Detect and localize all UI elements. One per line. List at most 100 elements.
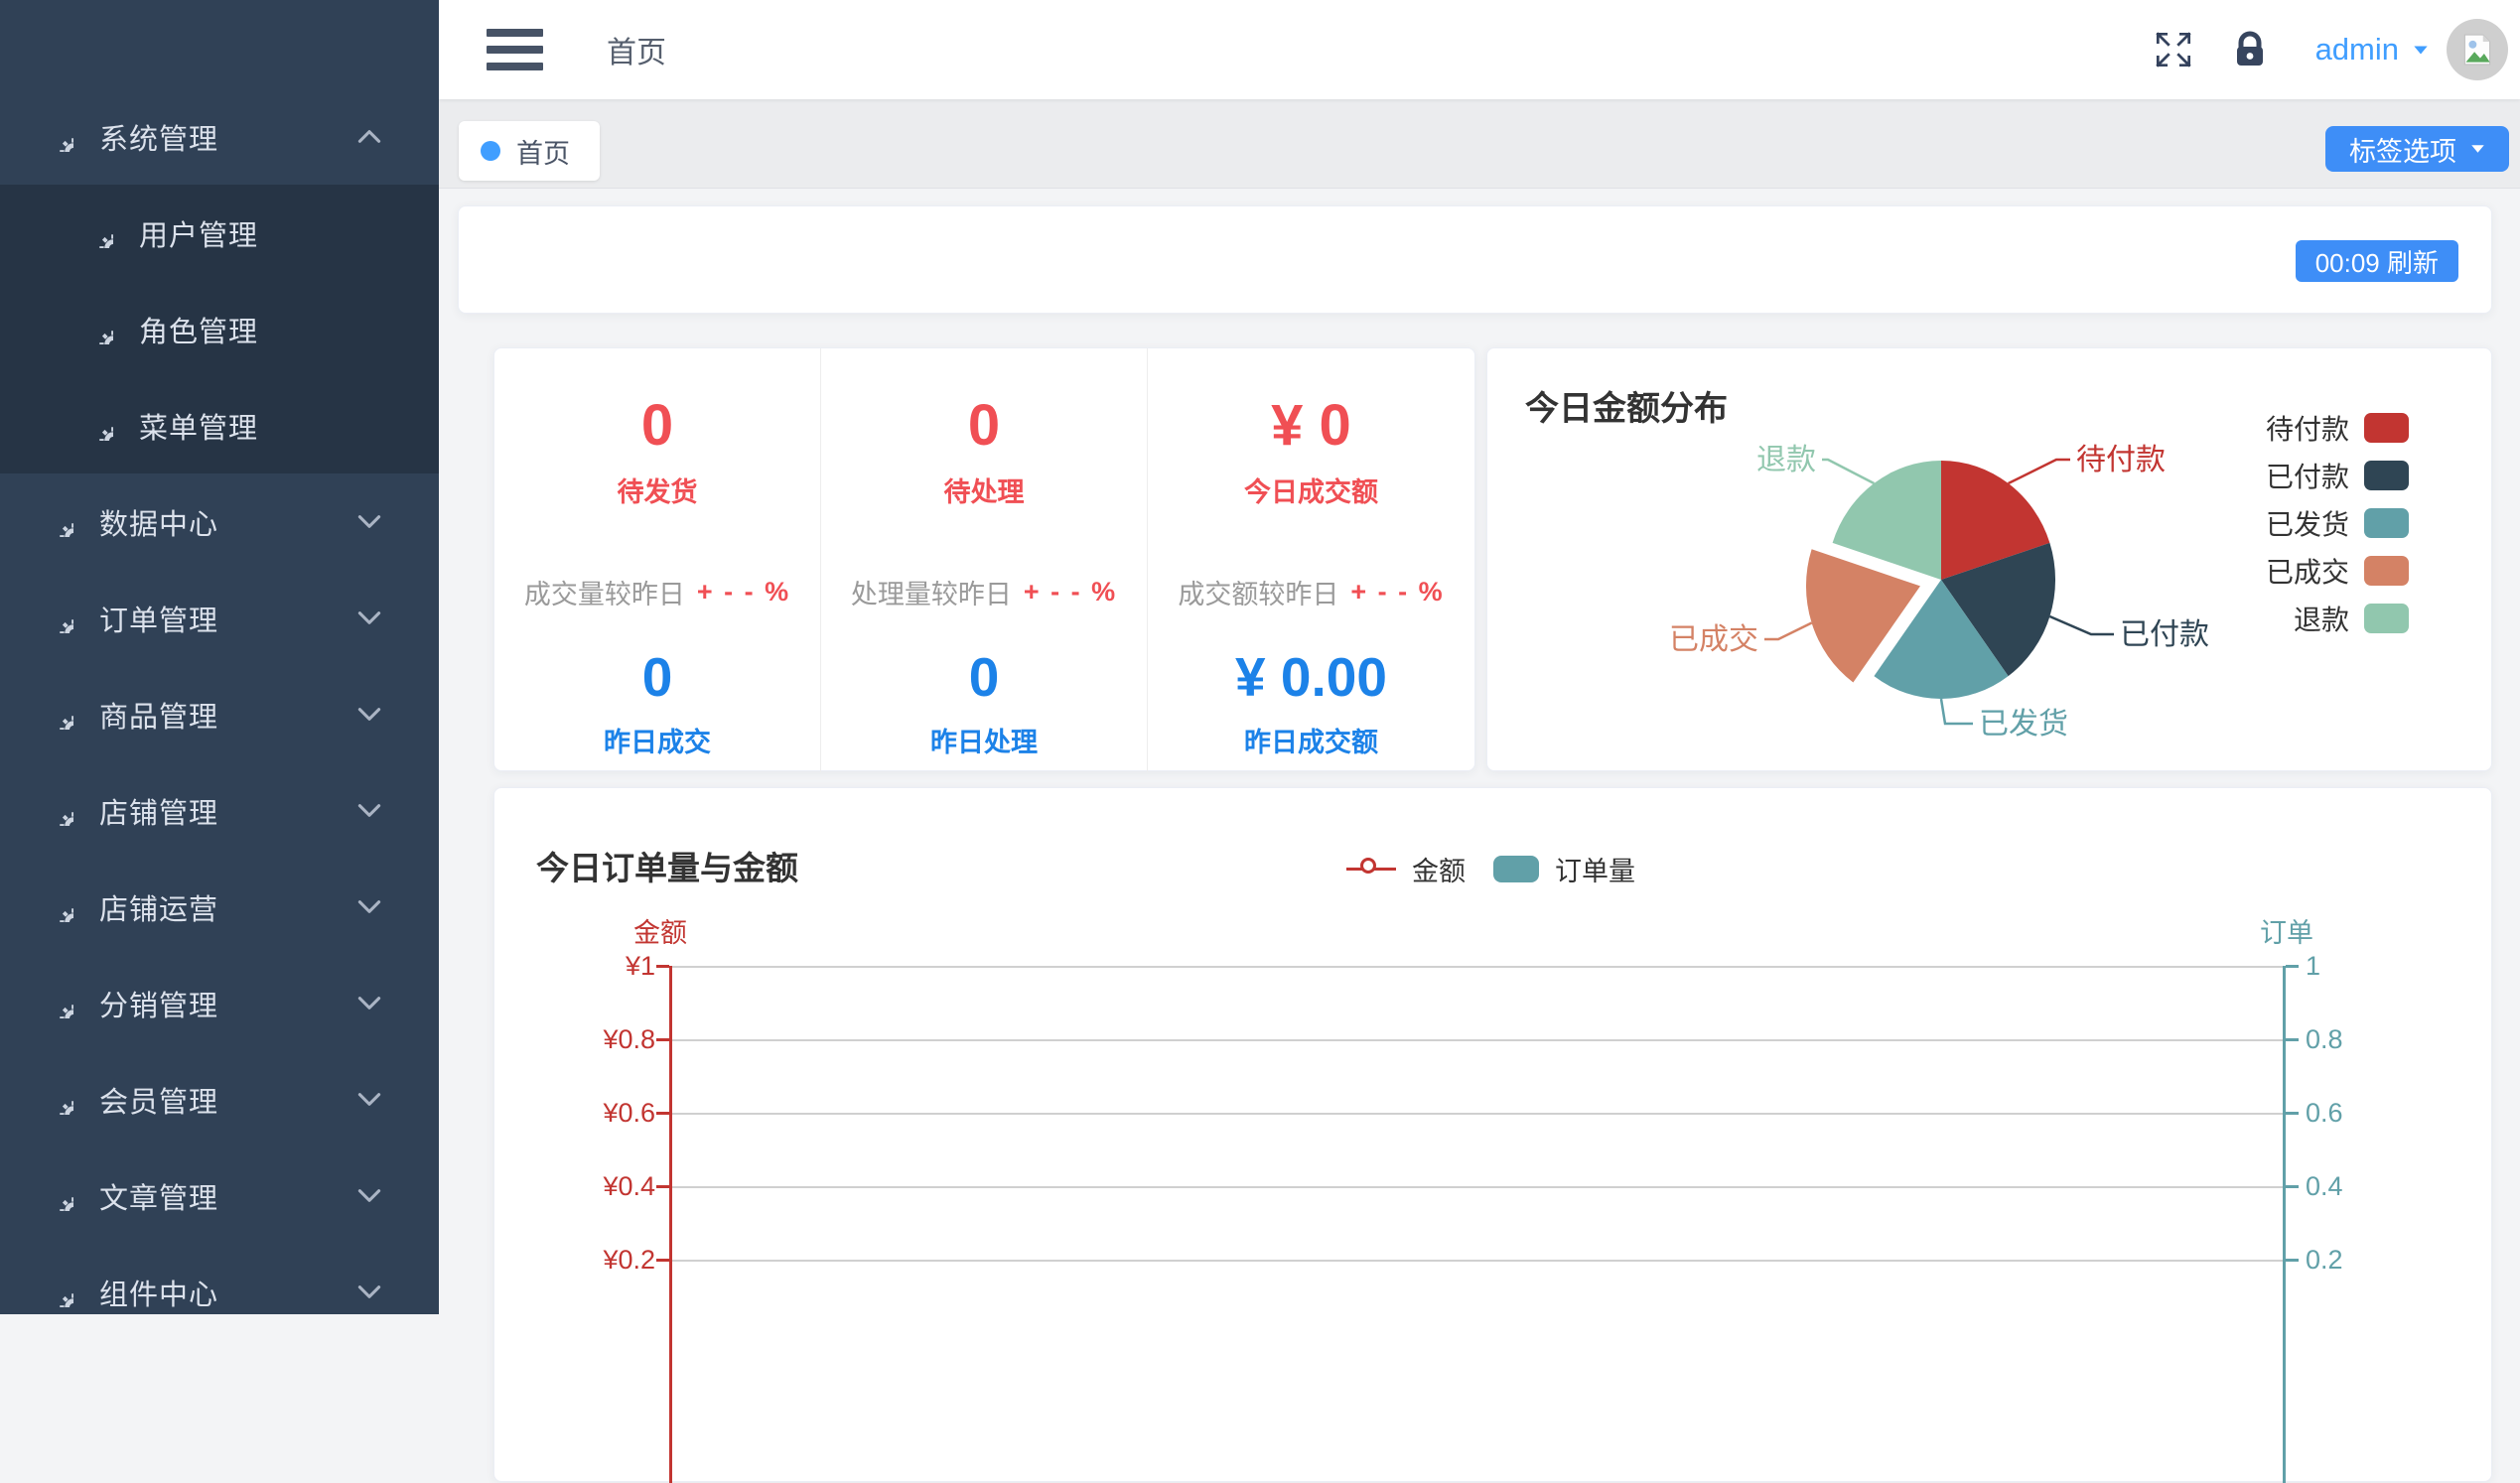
gear-icon: [44, 700, 73, 730]
tags-view-bar: 首页 标签选项: [439, 99, 2520, 189]
compare-label: 成交额较昨日: [1178, 573, 1338, 611]
y-tick-label: 0.4: [2306, 1171, 2425, 1202]
sidebar-item-menus[interactable]: 菜单管理: [0, 377, 439, 473]
sidebar-item-label: 店铺运营: [99, 886, 357, 928]
sidebar-item-label: 订单管理: [99, 598, 357, 639]
gear-icon: [83, 411, 113, 441]
sidebar-item-label: 文章管理: [99, 1175, 357, 1217]
legend-item-completed[interactable]: 已成交: [2266, 547, 2409, 595]
lock-icon[interactable]: [2228, 28, 2272, 71]
gear-icon: [83, 315, 113, 344]
pie-leader-line: [2049, 616, 2114, 634]
tick-mark: [2286, 1259, 2299, 1262]
tag-options-button[interactable]: 标签选项: [2325, 126, 2509, 172]
stat-today-ship: 0 待发货: [494, 348, 821, 552]
sidebar-item-shop-operation[interactable]: 店铺运营: [0, 859, 439, 955]
y-axis-left: [669, 966, 672, 1483]
avatar[interactable]: [2447, 19, 2508, 80]
pie-label-pending-payment: 待付款: [2076, 444, 2166, 476]
sidebar-item-shop[interactable]: 店铺管理: [0, 762, 439, 859]
chevron-down-icon: [357, 996, 381, 1011]
y-axis-right: [2283, 966, 2286, 1483]
legend-label: 已成交: [2266, 551, 2349, 591]
stats-panel: 0 待发货 0 待处理 ¥ 0 今日成交额 成交量较昨日 + - - % 处理量…: [493, 347, 1475, 771]
sidebar-item-distribution[interactable]: 分销管理: [0, 955, 439, 1051]
pie-label-paid: 已付款: [2120, 618, 2209, 651]
tag-options-label: 标签选项: [2349, 130, 2456, 169]
gear-icon: [44, 1181, 73, 1211]
legend-item-paid[interactable]: 已付款: [2266, 452, 2409, 499]
sidebar-item-label: 组件中心: [99, 1272, 357, 1313]
compare-value: + - - %: [1024, 577, 1117, 607]
sidebar-item-orders[interactable]: 订单管理: [0, 570, 439, 666]
tab-label: 首页: [516, 132, 570, 171]
legend-label: 已付款: [2266, 456, 2349, 495]
stat-label: 待发货: [618, 471, 698, 509]
sidebar-item-articles[interactable]: 文章管理: [0, 1147, 439, 1244]
gear-icon: [44, 122, 73, 152]
legend-swatch: [2364, 461, 2409, 490]
stat-compare-amount: 成交额较昨日 + - - %: [1148, 552, 1474, 631]
sidebar-item-users[interactable]: 用户管理: [0, 185, 439, 281]
pie-leader-line: [2009, 460, 2070, 483]
legend-item-pending-payment[interactable]: 待付款: [2266, 404, 2409, 452]
compare-label: 处理量较昨日: [851, 573, 1012, 611]
hamburger-icon[interactable]: [487, 29, 543, 70]
gear-icon: [83, 218, 113, 248]
sidebar-item-label: 商品管理: [99, 694, 357, 736]
fullscreen-icon[interactable]: [2151, 27, 2196, 72]
stat-label: 昨日成交额: [1244, 721, 1378, 759]
chevron-down-icon: [2413, 45, 2429, 56]
top-header: 首页 admin: [439, 0, 2520, 99]
sidebar-item-data-center[interactable]: 数据中心: [0, 473, 439, 570]
y-tick-label: 1: [2306, 951, 2425, 982]
y-tick-label: ¥0.2: [534, 1245, 655, 1276]
stat-value: 0: [968, 392, 1000, 459]
tick-mark: [656, 965, 669, 968]
gridline: [671, 1260, 2283, 1262]
sidebar-item-roles[interactable]: 角色管理: [0, 281, 439, 377]
y-tick-label: 0.8: [2306, 1024, 2425, 1055]
sidebar-item-members[interactable]: 会员管理: [0, 1051, 439, 1147]
compare-value: + - - %: [697, 577, 790, 607]
stat-label: 昨日成交: [604, 721, 711, 759]
legend-label: 退款: [2294, 599, 2349, 638]
sidebar-submenu-system: 用户管理 角色管理 菜单管理: [0, 185, 439, 473]
y-axis-name-left: 金额: [633, 911, 687, 950]
y-tick-label: ¥0.8: [534, 1024, 655, 1055]
active-tab-dot: [481, 141, 500, 161]
stat-compare-ship: 成交量较昨日 + - - %: [494, 552, 821, 631]
tick-mark: [656, 1112, 669, 1115]
sidebar-item-label: 用户管理: [139, 212, 439, 254]
legend-swatch[interactable]: [1493, 856, 1539, 882]
legend-item-refund[interactable]: 退款: [2266, 595, 2409, 642]
sidebar-item-goods[interactable]: 商品管理: [0, 666, 439, 762]
tab-home[interactable]: 首页: [459, 121, 600, 181]
refresh-button[interactable]: 00:09 刷新: [2296, 240, 2458, 282]
gear-icon: [44, 796, 73, 826]
pie-leader-line: [1822, 460, 1874, 483]
sidebar-item-system[interactable]: 系统管理: [0, 88, 439, 185]
pie-chart: 待付款 已付款 已发货 已成交 退款: [1590, 418, 2235, 755]
legend-swatch: [2364, 556, 2409, 586]
tick-mark: [2286, 1185, 2299, 1188]
stat-value: ¥ 0.00: [1235, 645, 1387, 709]
legend-item-shipped[interactable]: 已发货: [2266, 499, 2409, 547]
sidebar: 系统管理 用户管理 角色管理 菜单管理 数据中心 订单管理 商品管理 店铺管理: [0, 0, 439, 1314]
y-axis-name-right: 订单: [2260, 911, 2313, 950]
sidebar-item-label: 分销管理: [99, 983, 357, 1024]
stat-value: 0: [642, 645, 673, 709]
legend-swatch: [2364, 508, 2409, 538]
stat-yesterday-amount: ¥ 0.00 昨日成交额: [1148, 631, 1474, 772]
sidebar-item-components[interactable]: 组件中心: [0, 1244, 439, 1340]
gear-icon: [44, 989, 73, 1018]
user-dropdown[interactable]: admin: [2315, 32, 2429, 67]
legend-line-marker[interactable]: [1346, 868, 1396, 871]
gridline: [671, 1039, 2283, 1041]
stat-label: 昨日处理: [930, 721, 1038, 759]
chevron-down-icon: [357, 1092, 381, 1107]
chevron-down-icon: [357, 1284, 381, 1299]
legend-label: 金额: [1412, 850, 1466, 888]
pie-leader-line: [1941, 699, 1973, 724]
breadcrumb: 首页: [607, 28, 666, 71]
